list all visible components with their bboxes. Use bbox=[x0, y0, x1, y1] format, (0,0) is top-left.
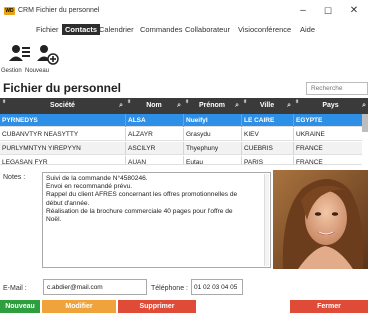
nouveau-button[interactable]: Nouveau bbox=[0, 300, 40, 313]
app-logo-icon: WD bbox=[4, 7, 15, 15]
menu-calendrier[interactable]: Calendrier bbox=[99, 24, 134, 35]
column-header-ville[interactable]: ⬍ Ville ⌕ bbox=[241, 98, 293, 114]
column-search-icon[interactable]: ⌕ bbox=[287, 98, 291, 114]
cell-nom: ALSA bbox=[125, 114, 183, 127]
user-add-icon[interactable] bbox=[35, 43, 59, 65]
column-search-icon[interactable]: ⌕ bbox=[235, 98, 239, 114]
window-title: CRM Fichier du personnel bbox=[18, 7, 100, 14]
cell-prenom: Grasydu bbox=[183, 128, 241, 141]
cell-pays: UKRAINE bbox=[293, 128, 362, 141]
notes-line: Noël. bbox=[46, 216, 62, 224]
table-row[interactable]: CUBANVTYR NEASYTTY ALZAYR Grasydu KIEV U… bbox=[0, 128, 362, 141]
cell-prenom: Eutau bbox=[183, 156, 241, 164]
menu-fichier[interactable]: Fichier bbox=[36, 24, 59, 35]
notes-line: Envoi en recommandé prévu. bbox=[46, 183, 133, 191]
toolbar: Gestion Nouveau bbox=[0, 37, 368, 75]
title-bar: WD CRM Fichier du personnel – ☐ ✕ bbox=[0, 0, 368, 22]
cell-ville: KIEV bbox=[241, 128, 293, 141]
cell-societe: LEGASAN FYR bbox=[2, 159, 48, 165]
cell-societe: PYRNEDYS bbox=[2, 117, 38, 124]
email-label: E-Mail : bbox=[3, 285, 27, 292]
page-title: Fichier du personnel bbox=[3, 81, 122, 95]
table-row[interactable]: LEGASAN FYR AUAN Eutau PARIS FRANCE bbox=[0, 156, 362, 165]
column-header-pays[interactable]: ⬍ Pays ⌕ bbox=[293, 98, 368, 114]
sort-arrows-icon[interactable]: ⬍ bbox=[2, 94, 6, 110]
menu-bar: Fichier Contacts Calendrier Commandes Co… bbox=[0, 22, 368, 36]
cell-nom: ALZAYR bbox=[125, 128, 183, 141]
notes-textarea[interactable]: Suivi de la commande N°4580246. Envoi en… bbox=[42, 172, 271, 268]
phone-field[interactable] bbox=[191, 279, 243, 295]
column-header-nom[interactable]: ⬍ Nom ⌕ bbox=[125, 98, 183, 114]
menu-contacts[interactable]: Contacts bbox=[62, 24, 101, 35]
maximize-button[interactable]: ☐ bbox=[319, 4, 337, 18]
cell-prenom: Nueifyl bbox=[183, 114, 241, 127]
search-input[interactable] bbox=[306, 82, 368, 95]
cell-ville: PARIS bbox=[241, 156, 293, 164]
notes-line: Suivi de la commande N°4580246. bbox=[46, 175, 148, 182]
column-search-icon[interactable]: ⌕ bbox=[362, 98, 366, 114]
cell-pays: EGYPTE bbox=[293, 114, 362, 127]
cell-nom: AUAN bbox=[125, 156, 183, 164]
minimize-button[interactable]: – bbox=[294, 4, 312, 18]
sort-arrows-icon[interactable]: ⬍ bbox=[185, 94, 189, 110]
notes-line: Réalisation de la brochure commerciale 4… bbox=[46, 207, 233, 215]
menu-collaborateur[interactable]: Collaborateur bbox=[185, 24, 230, 35]
menu-commandes[interactable]: Commandes bbox=[140, 24, 183, 35]
table-row[interactable]: PURLYMNTYN YIREPYYN ASCILYR Thyephuny CU… bbox=[0, 142, 362, 155]
nouveau-label: Nouveau bbox=[25, 68, 50, 74]
email-field[interactable] bbox=[43, 279, 147, 295]
sort-arrows-icon[interactable]: ⬍ bbox=[295, 94, 299, 110]
table-row[interactable]: PYRNEDYS ALSA Nueifyl LE CAIRE EGYPTE bbox=[0, 114, 362, 127]
sort-arrows-icon[interactable]: ⬍ bbox=[127, 94, 131, 110]
sort-arrows-icon[interactable]: ⬍ bbox=[243, 94, 247, 110]
cell-societe: CUBANVTYR NEASYTTY bbox=[2, 131, 79, 138]
column-header-societe[interactable]: ⬍ Société ⌕ bbox=[0, 98, 125, 114]
fermer-button[interactable]: Fermer bbox=[290, 300, 368, 313]
column-search-icon[interactable]: ⌕ bbox=[177, 98, 181, 114]
supprimer-button[interactable]: Supprimer bbox=[118, 300, 196, 313]
user-list-icon[interactable] bbox=[7, 43, 31, 65]
column-header-prenom[interactable]: ⬍ Prénom ⌕ bbox=[183, 98, 241, 114]
column-search-icon[interactable]: ⌕ bbox=[119, 98, 123, 114]
notes-scrollbar[interactable] bbox=[264, 174, 269, 266]
gestion-label: Gestion bbox=[1, 68, 22, 74]
close-window-button[interactable]: ✕ bbox=[345, 4, 363, 18]
notes-line: début d'année. bbox=[46, 199, 90, 207]
notes-line: Rappel du client AFRES concernant les of… bbox=[46, 191, 238, 199]
cell-pays: FRANCE bbox=[293, 156, 362, 164]
phone-label: Téléphone : bbox=[151, 285, 188, 292]
table-header: ⬍ Société ⌕ ⬍ Nom ⌕ ⬍ Prénom ⌕ ⬍ Ville ⌕… bbox=[0, 98, 368, 114]
table-scrollbar[interactable] bbox=[362, 114, 368, 132]
cell-ville: CUEBRIS bbox=[241, 142, 293, 155]
cell-prenom: Thyephuny bbox=[183, 142, 241, 155]
cell-pays: FRANCE bbox=[293, 142, 362, 155]
notes-label: Notes : bbox=[3, 174, 26, 181]
menu-aide[interactable]: Aide bbox=[300, 24, 315, 35]
menu-visioconference[interactable]: Visioconférence bbox=[238, 24, 291, 35]
cell-societe: PURLYMNTYN YIREPYYN bbox=[2, 145, 81, 152]
cell-nom: ASCILYR bbox=[125, 142, 183, 155]
cell-ville: LE CAIRE bbox=[241, 114, 293, 127]
contact-photo bbox=[273, 170, 368, 269]
modifier-button[interactable]: Modifier bbox=[42, 300, 116, 313]
